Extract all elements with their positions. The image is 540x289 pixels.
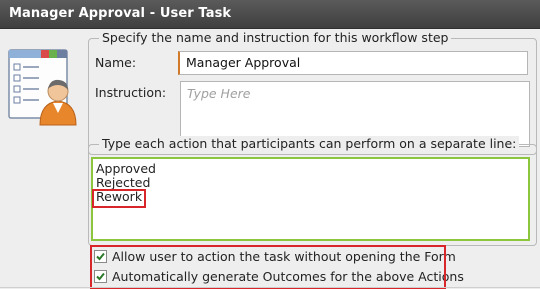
step-group-legend: Specify the name and instruction for thi… — [99, 30, 452, 45]
options-highlight — [90, 245, 446, 289]
instruction-label: Instruction: — [95, 85, 167, 100]
action-line: Approved — [96, 161, 156, 176]
actions-textarea[interactable]: Approved Rejected Rework — [91, 157, 530, 241]
rework-highlight — [92, 189, 146, 208]
user-task-icon — [4, 47, 84, 129]
bottom-divider — [0, 287, 540, 288]
name-input[interactable]: Manager Approval — [178, 51, 528, 75]
actions-group-legend: Type each action that participants can p… — [99, 136, 520, 151]
name-label: Name: — [95, 55, 137, 70]
window-title: Manager Approval - User Task — [9, 6, 232, 21]
title-bar: Manager Approval - User Task — [0, 0, 540, 29]
action-line: Rejected — [96, 175, 151, 190]
dialog-body: Specify the name and instruction for thi… — [0, 29, 540, 289]
action-line: Rework — [96, 189, 143, 204]
